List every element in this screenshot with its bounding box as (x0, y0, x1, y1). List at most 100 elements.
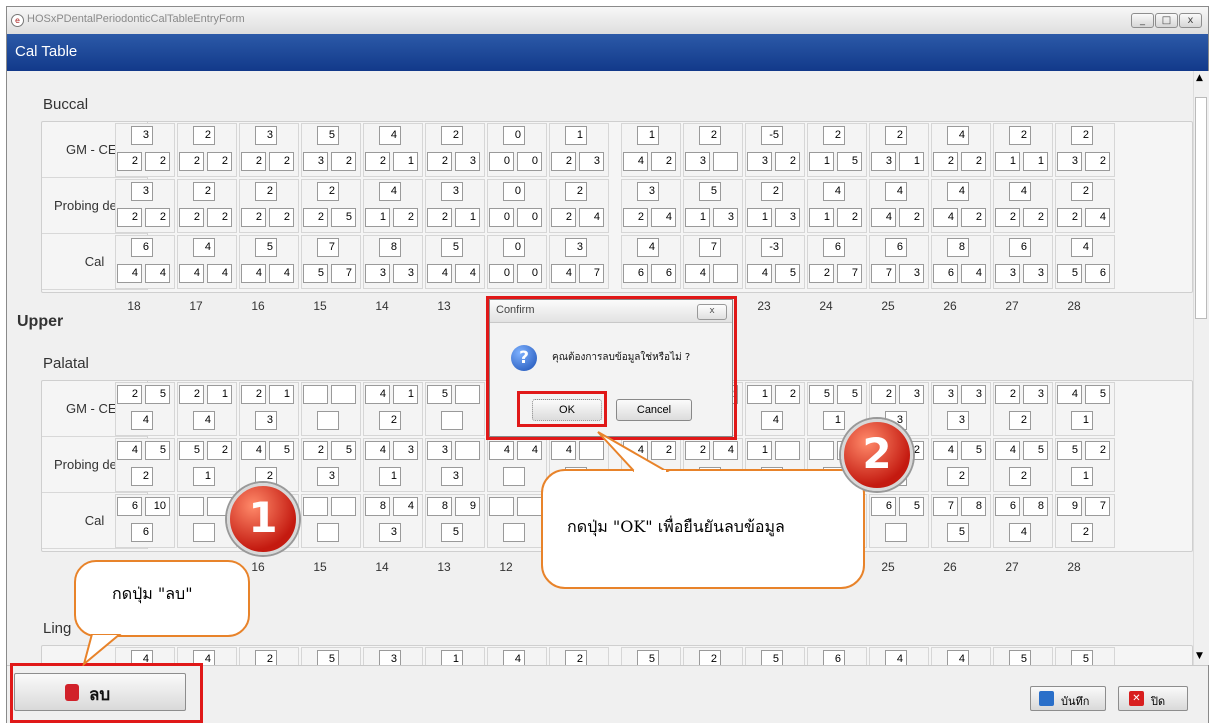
probing-depth-left-field[interactable]: 4 (933, 441, 958, 460)
probing-depth-right-field[interactable]: 2 (393, 208, 418, 227)
probing-depth-bottom-field[interactable]: 3 (317, 467, 339, 486)
cal-top-field[interactable]: 0 (503, 238, 525, 257)
probing-depth-left-field[interactable]: 2 (623, 208, 648, 227)
probing-depth-left-field[interactable]: 2 (685, 441, 710, 460)
gm-cej-right-field[interactable]: 3 (961, 385, 986, 404)
cal-top-field[interactable]: 3 (565, 238, 587, 257)
gm-cej-right-field[interactable]: 2 (331, 152, 356, 171)
probing-depth-right-field[interactable] (775, 441, 800, 460)
gm-cej-right-field[interactable]: 2 (961, 152, 986, 171)
probing-depth-left-field[interactable]: 5 (179, 441, 204, 460)
probing-depth-top-field[interactable]: 2 (1071, 182, 1093, 201)
probing-depth-top-field[interactable]: 2 (761, 182, 783, 201)
probing-depth-right-field[interactable]: 2 (1023, 208, 1048, 227)
gm-cej-right-field[interactable]: 1 (899, 152, 924, 171)
probing-depth-left-field[interactable]: 4 (995, 441, 1020, 460)
gm-cej-top-field[interactable]: 2 (885, 126, 907, 145)
probing-depth-left-field[interactable]: 4 (551, 441, 576, 460)
lingual-gm-field[interactable]: 4 (947, 650, 969, 665)
lingual-gm-field[interactable]: 2 (565, 650, 587, 665)
probing-depth-right-field[interactable]: 3 (775, 208, 800, 227)
probing-depth-left-field[interactable]: 1 (365, 208, 390, 227)
cal-right-field[interactable]: 6 (651, 264, 676, 283)
gm-cej-bottom-field[interactable] (317, 411, 339, 430)
probing-depth-right-field[interactable]: 4 (579, 208, 604, 227)
gm-cej-bottom-field[interactable]: 4 (131, 411, 153, 430)
cal-left-field[interactable]: 4 (747, 264, 772, 283)
cal-bottom-field[interactable] (193, 523, 215, 542)
cal-left-field[interactable]: 6 (995, 497, 1020, 516)
gm-cej-left-field[interactable]: 3 (871, 152, 896, 171)
gm-cej-right-field[interactable]: 2 (1085, 152, 1110, 171)
cal-left-field[interactable]: 6 (623, 264, 648, 283)
scroll-up-icon[interactable]: ▲ (1196, 73, 1203, 83)
cal-left-field[interactable]: 4 (685, 264, 710, 283)
probing-depth-right-field[interactable]: 2 (837, 208, 862, 227)
cal-bottom-field[interactable] (885, 523, 907, 542)
gm-cej-bottom-field[interactable]: 1 (1071, 411, 1093, 430)
cal-right-field[interactable]: 4 (961, 264, 986, 283)
gm-cej-left-field[interactable]: 3 (303, 152, 328, 171)
probing-depth-left-field[interactable]: 2 (241, 208, 266, 227)
cal-right-field[interactable]: 4 (207, 264, 232, 283)
vertical-scrollbar[interactable]: ▲ ▼ (1193, 71, 1209, 665)
lingual-gm-field[interactable]: 5 (637, 650, 659, 665)
cal-bottom-field[interactable] (503, 523, 525, 542)
probing-depth-right-field[interactable] (455, 441, 480, 460)
cal-right-field[interactable]: 0 (517, 264, 542, 283)
probing-depth-left-field[interactable]: 2 (117, 208, 142, 227)
lingual-gm-field[interactable]: 5 (1071, 650, 1093, 665)
gm-cej-right-field[interactable]: 2 (775, 152, 800, 171)
gm-cej-right-field[interactable]: 2 (145, 152, 170, 171)
gm-cej-left-field[interactable]: 3 (685, 152, 710, 171)
cal-left-field[interactable]: 6 (871, 497, 896, 516)
probing-depth-top-field[interactable]: 3 (441, 182, 463, 201)
gm-cej-top-field[interactable]: 2 (1071, 126, 1093, 145)
probing-depth-left-field[interactable]: 1 (747, 208, 772, 227)
gm-cej-right-field[interactable]: 0 (517, 152, 542, 171)
gm-cej-right-field[interactable]: 1 (1023, 152, 1048, 171)
gm-cej-right-field[interactable]: 5 (145, 385, 170, 404)
cal-right-field[interactable]: 7 (1085, 497, 1110, 516)
probing-depth-right-field[interactable]: 5 (961, 441, 986, 460)
gm-cej-top-field[interactable]: 2 (441, 126, 463, 145)
cal-right-field[interactable]: 6 (1085, 264, 1110, 283)
gm-cej-left-field[interactable]: 1 (747, 385, 772, 404)
gm-cej-top-field[interactable]: 0 (503, 126, 525, 145)
save-button[interactable]: บันทึก (1030, 686, 1106, 711)
gm-cej-left-field[interactable]: 2 (933, 152, 958, 171)
gm-cej-top-field[interactable]: -5 (761, 126, 783, 145)
probing-depth-right-field[interactable]: 2 (269, 208, 294, 227)
probing-depth-right-field[interactable]: 2 (1085, 441, 1110, 460)
probing-depth-top-field[interactable]: 5 (699, 182, 721, 201)
probing-depth-left-field[interactable]: 2 (551, 208, 576, 227)
cal-left-field[interactable]: 3 (365, 264, 390, 283)
cal-bottom-field[interactable]: 5 (947, 523, 969, 542)
gm-cej-top-field[interactable]: 4 (947, 126, 969, 145)
cal-top-field[interactable]: -3 (761, 238, 783, 257)
cal-right-field[interactable]: 10 (145, 497, 170, 516)
gm-cej-left-field[interactable]: 4 (1057, 385, 1082, 404)
probing-depth-right-field[interactable]: 5 (331, 441, 356, 460)
gm-cej-right-field[interactable]: 5 (1085, 385, 1110, 404)
gm-cej-top-field[interactable]: 2 (823, 126, 845, 145)
probing-depth-bottom-field[interactable] (503, 467, 525, 486)
probing-depth-left-field[interactable]: 1 (747, 441, 772, 460)
probing-depth-top-field[interactable]: 4 (379, 182, 401, 201)
gm-cej-left-field[interactable]: 2 (241, 152, 266, 171)
cal-left-field[interactable]: 5 (303, 264, 328, 283)
gm-cej-left-field[interactable]: 2 (427, 152, 452, 171)
cal-right-field[interactable]: 8 (961, 497, 986, 516)
cal-top-field[interactable]: 8 (947, 238, 969, 257)
gm-cej-right-field[interactable]: 1 (207, 385, 232, 404)
probing-depth-top-field[interactable]: 2 (193, 182, 215, 201)
probing-depth-top-field[interactable]: 4 (947, 182, 969, 201)
gm-cej-left-field[interactable]: 2 (871, 385, 896, 404)
gm-cej-top-field[interactable]: 3 (131, 126, 153, 145)
cal-right-field[interactable] (713, 264, 738, 283)
lingual-gm-field[interactable]: 2 (255, 650, 277, 665)
cal-left-field[interactable]: 8 (365, 497, 390, 516)
cal-left-field[interactable]: 3 (995, 264, 1020, 283)
probing-depth-left-field[interactable]: 1 (685, 208, 710, 227)
gm-cej-right-field[interactable]: 1 (393, 152, 418, 171)
